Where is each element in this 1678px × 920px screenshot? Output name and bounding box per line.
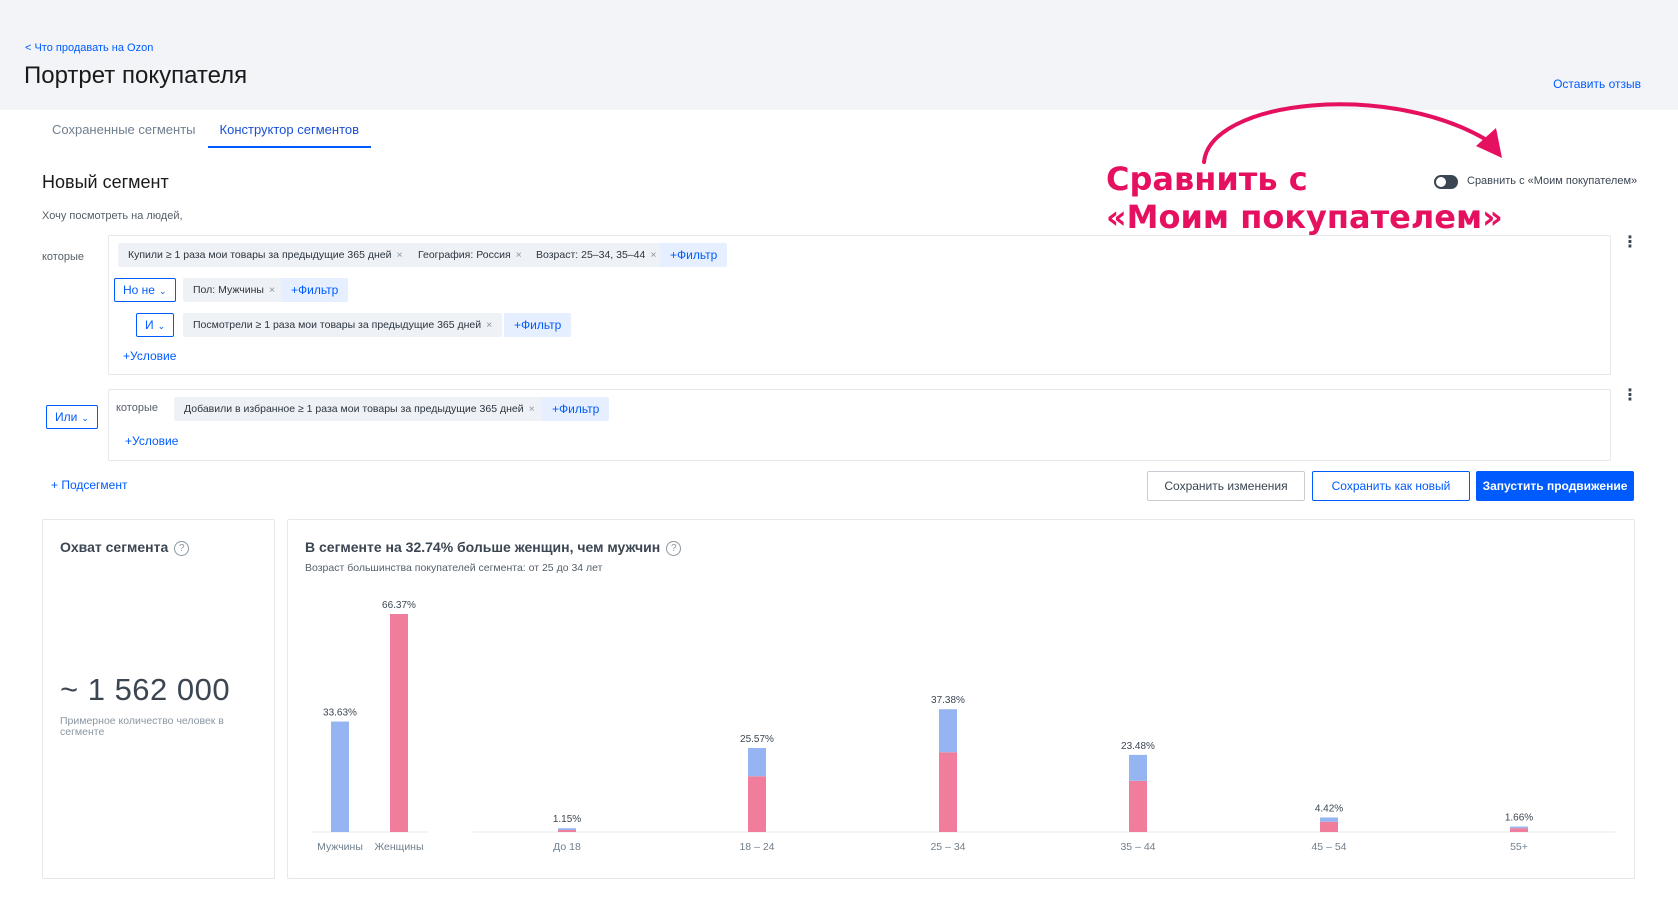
bar-gender	[390, 614, 408, 832]
bar-value-label: 1.66%	[1505, 813, 1533, 824]
x-tick-label: 45 – 54	[1311, 841, 1346, 853]
x-tick-label: 35 – 44	[1120, 841, 1155, 853]
x-tick-label: 25 – 34	[930, 841, 965, 853]
x-tick-label: 55+	[1510, 841, 1528, 853]
bar-age-female	[1129, 780, 1147, 832]
bar-age-female	[939, 752, 957, 832]
bar-age-female	[1510, 828, 1528, 832]
bar-value-label: 33.63%	[323, 708, 357, 719]
bar-value-label: 4.42%	[1315, 803, 1343, 814]
bar-age-male	[1320, 817, 1338, 822]
bar-value-label: 1.15%	[553, 814, 581, 825]
bar-age-male	[939, 709, 957, 753]
bar-age-male	[1129, 754, 1147, 781]
bar-age-female	[1320, 821, 1338, 832]
x-tick-label: 18 – 24	[739, 841, 774, 853]
bar-age-female	[748, 776, 766, 832]
bar-age-male	[1510, 826, 1528, 829]
x-tick-label: До 18	[553, 841, 581, 853]
bar-value-label: 66.37%	[382, 600, 416, 611]
bar-age-male	[558, 828, 576, 831]
bar-age-male	[748, 748, 766, 777]
bar-value-label: 37.38%	[931, 695, 965, 706]
bar-value-label: 25.57%	[740, 734, 774, 745]
demographics-chart: 33.63% Мужчины 66.37% Женщины 1.15% До 18 25.5…	[311, 600, 1615, 853]
x-tick-label: Женщины	[374, 841, 423, 853]
bar-age-female	[558, 830, 576, 832]
bar-gender	[331, 721, 349, 832]
x-tick-label: Мужчины	[317, 841, 363, 853]
bar-value-label: 23.48%	[1121, 741, 1155, 752]
